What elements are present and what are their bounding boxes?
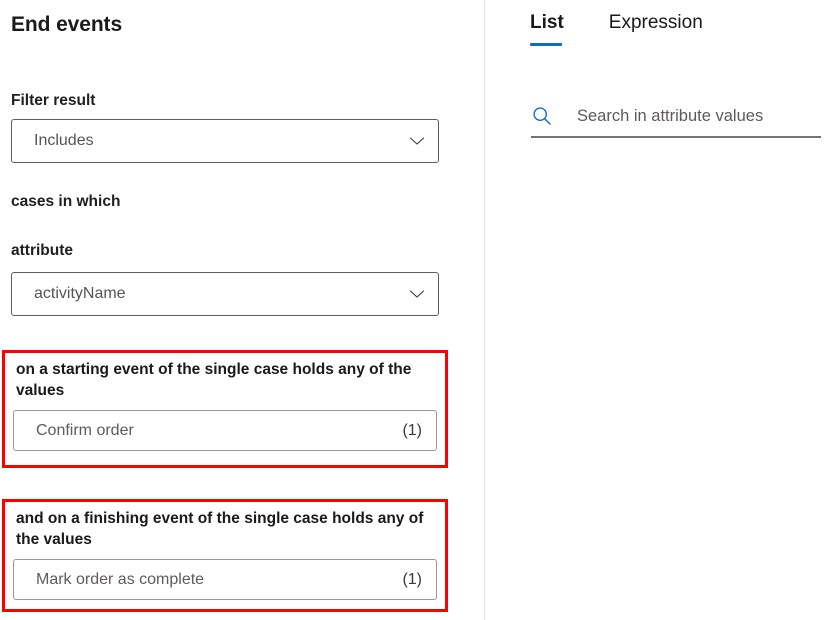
starting-event-condition-group: on a starting event of the single case h… (2, 350, 448, 468)
finishing-event-values-text: Mark order as complete (36, 570, 205, 588)
search-input[interactable] (577, 106, 817, 126)
starting-event-values-count: (1) (402, 421, 422, 439)
cases-in-which-label: cases in which (11, 193, 121, 210)
attribute-label: attribute (11, 242, 73, 259)
filter-result-label: Filter result (11, 92, 96, 109)
starting-event-condition-label: on a starting event of the single case h… (16, 361, 412, 399)
finishing-event-condition-group: and on a finishing event of the single c… (2, 499, 448, 612)
page-title: End events (11, 13, 123, 36)
filter-editor-dialog: End events Filter result Includes cases … (0, 0, 834, 620)
tab-expression[interactable]: Expression (609, 12, 703, 46)
attribute-value: activityName (34, 285, 126, 302)
filter-result-dropdown[interactable]: Includes (11, 119, 439, 163)
tab-list[interactable]: List (530, 12, 564, 46)
starting-event-values-field[interactable]: Confirm order (1) (13, 410, 437, 451)
chevron-down-icon (409, 290, 425, 298)
attribute-values-panel: List Expression Attribute value (485, 0, 834, 620)
chevron-down-icon (409, 137, 425, 145)
finishing-event-values-count: (1) (402, 570, 422, 588)
finishing-event-values-field[interactable]: Mark order as complete (1) (13, 559, 437, 600)
finishing-event-condition-label: and on a finishing event of the single c… (16, 510, 424, 548)
filter-result-value: Includes (34, 132, 94, 149)
search-icon (533, 107, 551, 125)
search-bar[interactable] (531, 96, 821, 138)
filter-settings-panel: End events Filter result Includes cases … (0, 0, 485, 620)
attribute-dropdown[interactable]: activityName (11, 272, 439, 316)
panel-tabs: List Expression (530, 12, 703, 46)
starting-event-values-text: Confirm order (36, 421, 134, 439)
